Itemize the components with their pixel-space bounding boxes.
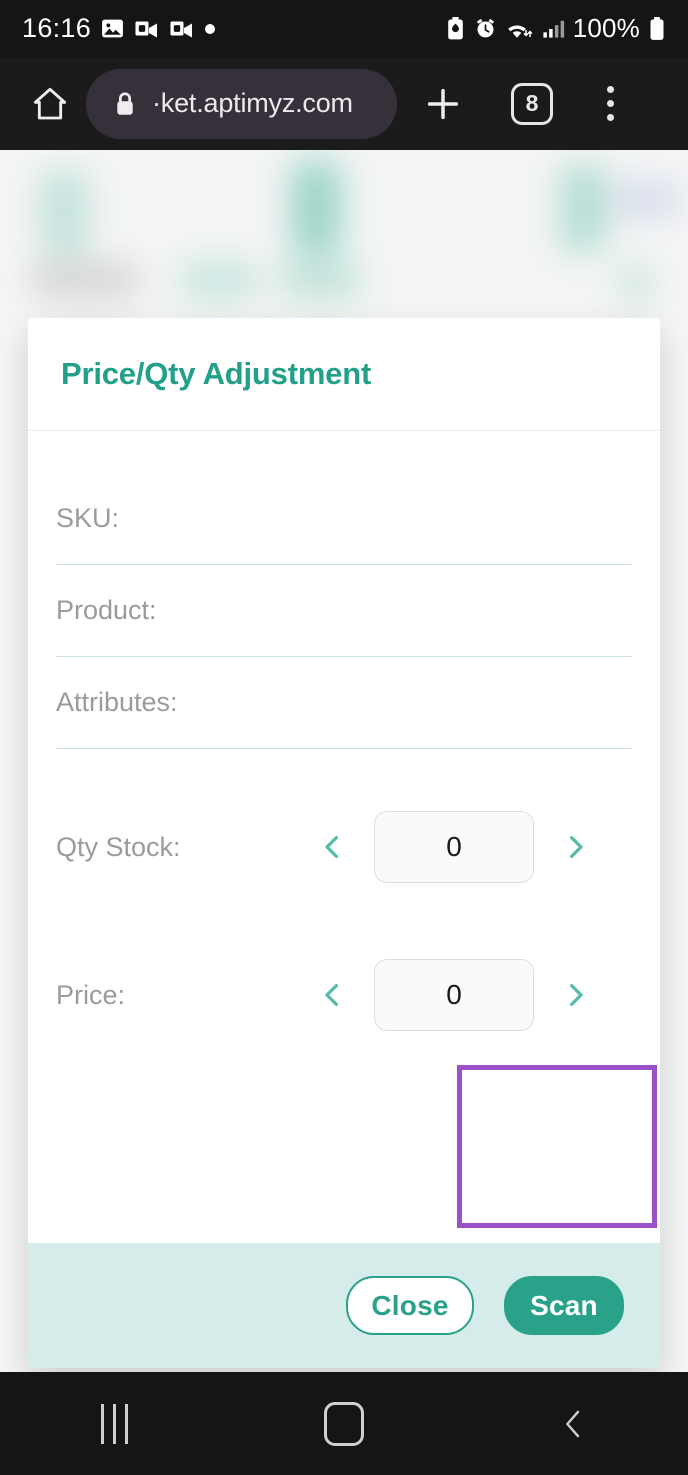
url-text: ·ket.aptimyz.com [152, 88, 353, 118]
new-tab-button[interactable] [397, 84, 489, 124]
outlook-icon [169, 16, 195, 41]
dialog-body: SKU: Product: Attributes: Qty Stock: 0 P… [28, 431, 660, 1243]
dialog-title: Price/Qty Adjustment [61, 356, 372, 391]
qty-stock-increment-button[interactable] [550, 830, 602, 864]
price-increment-button[interactable] [550, 978, 602, 1012]
qty-stock-row: Qty Stock: 0 [56, 797, 632, 897]
home-button[interactable] [18, 84, 82, 124]
android-nav-bar [0, 1372, 688, 1475]
recents-icon [101, 1403, 129, 1444]
home-button-nav[interactable] [284, 1401, 404, 1446]
attributes-field[interactable]: Attributes: [56, 657, 632, 749]
dialog-footer: Close Scan [28, 1243, 660, 1368]
status-clock: 16:16 [22, 13, 92, 43]
wifi-icon [505, 17, 533, 41]
price-row: Price: 0 [56, 945, 632, 1045]
dot-icon [204, 23, 216, 35]
sku-field[interactable]: SKU: [56, 473, 632, 565]
close-button[interactable]: Close [346, 1276, 474, 1335]
battery-saver-icon [445, 16, 466, 41]
tab-switcher-button[interactable]: 8 [489, 82, 575, 125]
tab-count-label: 8 [511, 82, 553, 125]
outlook-icon [134, 16, 160, 41]
stepper-spacer [56, 897, 632, 945]
plus-icon [423, 84, 463, 124]
battery-percent-label: 100% [572, 13, 640, 43]
battery-icon [648, 16, 666, 42]
home-square-icon [323, 1401, 364, 1446]
lock-icon [112, 90, 138, 118]
qty-stock-decrement-button[interactable] [306, 830, 358, 864]
attributes-label: Attributes: [56, 687, 178, 717]
chevron-left-icon [317, 978, 347, 1012]
photo-icon [100, 16, 125, 41]
price-input[interactable]: 0 [374, 959, 534, 1031]
scan-button[interactable]: Scan [504, 1276, 624, 1335]
price-label: Price: [56, 979, 126, 1010]
back-chevron-icon [556, 1402, 590, 1446]
price-decrement-button[interactable] [306, 978, 358, 1012]
more-vertical-icon [606, 86, 614, 121]
status-bar-left: 16:16 [22, 13, 216, 44]
recents-button[interactable] [55, 1403, 175, 1444]
browser-toolbar: ·ket.aptimyz.com 8 [0, 57, 688, 150]
signal-icon [541, 17, 565, 40]
status-bar: 16:16 100% [0, 0, 688, 57]
home-icon [30, 84, 70, 124]
back-button[interactable] [513, 1402, 633, 1446]
alarm-icon [474, 17, 497, 40]
chevron-left-icon [317, 830, 347, 864]
sku-label: SKU: [56, 503, 120, 533]
price-qty-adjustment-dialog: Price/Qty Adjustment SKU: Product: Attri… [28, 318, 660, 1368]
address-bar[interactable]: ·ket.aptimyz.com [86, 68, 397, 139]
qty-stock-input[interactable]: 0 [374, 811, 534, 883]
dialog-header: Price/Qty Adjustment [28, 318, 660, 431]
product-label: Product: [56, 595, 157, 625]
phone-screen: 16:16 100% ·ket.aptimyz.com 8 Price/Qty … [0, 0, 688, 1475]
chevron-right-icon [561, 830, 591, 864]
chevron-right-icon [561, 978, 591, 1012]
page-content: Price/Qty Adjustment SKU: Product: Attri… [0, 150, 688, 1372]
qty-stock-label: Qty Stock: [56, 831, 181, 862]
browser-menu-button[interactable] [575, 86, 645, 121]
status-bar-right: 100% [445, 13, 666, 44]
product-field[interactable]: Product: [56, 565, 632, 657]
